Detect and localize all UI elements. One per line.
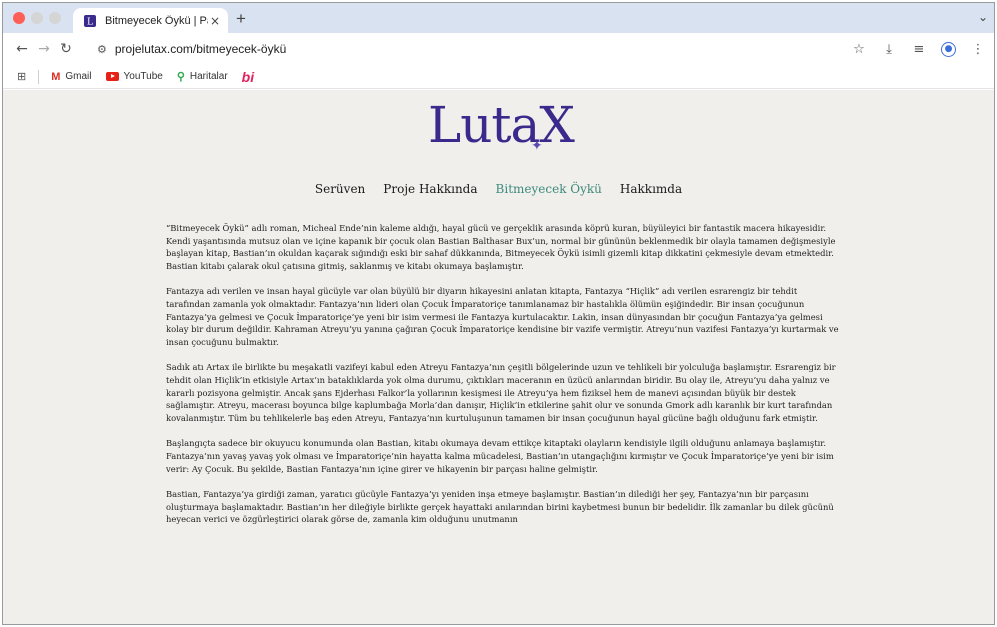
reload-icon[interactable]: ↻ bbox=[55, 41, 77, 57]
site-nav: Serüven Proje Hakkında Bitmeyecek Öykü H… bbox=[3, 182, 994, 196]
bookmark-bi[interactable]: bi bbox=[242, 69, 254, 85]
article-paragraph: Bastian, Fantazya’ya girdiği zaman, yara… bbox=[166, 489, 834, 525]
bookmark-star-icon[interactable]: ☆ bbox=[851, 42, 867, 57]
nav-item-proje-hakkinda[interactable]: Proje Hakkında bbox=[383, 182, 477, 196]
browser-window: L Bitmeyecek Öykü | Pathia × + ⌄ ← → ↻ ⚙… bbox=[2, 2, 995, 625]
toolbar-actions: ☆ ⤓ ≡ ● ⋮ bbox=[851, 33, 986, 65]
back-icon[interactable]: ← bbox=[11, 41, 33, 57]
bookmark-label: Haritalar bbox=[189, 71, 228, 82]
logo-text: LutaX bbox=[428, 96, 575, 154]
gmail-icon: M bbox=[51, 70, 61, 83]
article-paragraph: Sadık atı Artax ile birlikte bu meşakatl… bbox=[166, 362, 836, 423]
site-logo[interactable]: LutaX ✦ bbox=[428, 96, 578, 166]
bookmark-label: YouTube bbox=[123, 71, 163, 82]
browser-tab[interactable]: L Bitmeyecek Öykü | Pathia × bbox=[73, 8, 228, 33]
article-paragraph: “Bitmeyecek Öykü” adlı roman, Micheal En… bbox=[166, 223, 836, 271]
apps-grid-icon[interactable]: ⊞ bbox=[17, 70, 26, 83]
maximize-window-button[interactable] bbox=[49, 12, 61, 24]
url-text[interactable]: projelutax.com/bitmeyecek-öykü bbox=[115, 42, 286, 56]
tab-search-icon[interactable]: ⌄ bbox=[978, 10, 988, 24]
bi-logo-icon: bi bbox=[241, 68, 255, 85]
nav-item-hakkimda[interactable]: Hakkımda bbox=[620, 182, 682, 196]
article-body: “Bitmeyecek Öykü” adlı roman, Micheal En… bbox=[166, 222, 840, 539]
tab-strip: L Bitmeyecek Öykü | Pathia × + ⌄ bbox=[3, 3, 994, 33]
bookmark-maps[interactable]: ⚲ Haritalar bbox=[177, 70, 228, 83]
svg-text:L: L bbox=[87, 17, 93, 27]
profile-avatar-icon[interactable]: ● bbox=[941, 41, 956, 57]
new-tab-button[interactable]: + bbox=[236, 9, 246, 29]
minimize-window-button[interactable] bbox=[31, 12, 43, 24]
media-control-icon[interactable]: ≡ bbox=[911, 42, 927, 57]
bookmark-youtube[interactable]: YouTube bbox=[105, 71, 163, 82]
youtube-icon bbox=[105, 72, 119, 81]
bookmark-gmail[interactable]: M Gmail bbox=[51, 71, 91, 83]
web-page: LutaX ✦ Serüven Proje Hakkında Bitmeyece… bbox=[3, 90, 994, 624]
sparkle-icon: ✦ bbox=[531, 138, 543, 154]
forward-icon[interactable]: → bbox=[33, 41, 55, 57]
download-icon[interactable]: ⤓ bbox=[881, 42, 897, 57]
tab-title: Bitmeyecek Öykü | Pathia bbox=[105, 14, 208, 27]
more-menu-icon[interactable]: ⋮ bbox=[970, 42, 986, 57]
tab-close-icon[interactable]: × bbox=[208, 14, 222, 28]
bookmarks-divider bbox=[38, 69, 40, 84]
bookmarks-bar: ⊞ M Gmail YouTube ⚲ Haritalar bi bbox=[3, 65, 994, 89]
site-favicon-icon: L bbox=[84, 14, 96, 27]
article-paragraph: Fantazya adı verilen ve insan hayal gücü… bbox=[166, 286, 839, 347]
address-bar[interactable]: ⚙ projelutax.com/bitmeyecek-öykü bbox=[87, 37, 867, 61]
nav-item-bitmeyecek-oyku[interactable]: Bitmeyecek Öykü bbox=[496, 182, 602, 196]
article-paragraph: Başlangıçta sadece bir okuyucu konumunda… bbox=[166, 438, 834, 474]
nav-item-seruven[interactable]: Serüven bbox=[315, 182, 365, 196]
site-info-icon[interactable]: ⚙ bbox=[97, 43, 107, 56]
maps-icon: ⚲ bbox=[176, 71, 185, 83]
close-window-button[interactable] bbox=[13, 12, 25, 24]
browser-toolbar: ← → ↻ ⚙ projelutax.com/bitmeyecek-öykü ☆… bbox=[3, 33, 994, 65]
bookmark-label: Gmail bbox=[65, 71, 92, 82]
